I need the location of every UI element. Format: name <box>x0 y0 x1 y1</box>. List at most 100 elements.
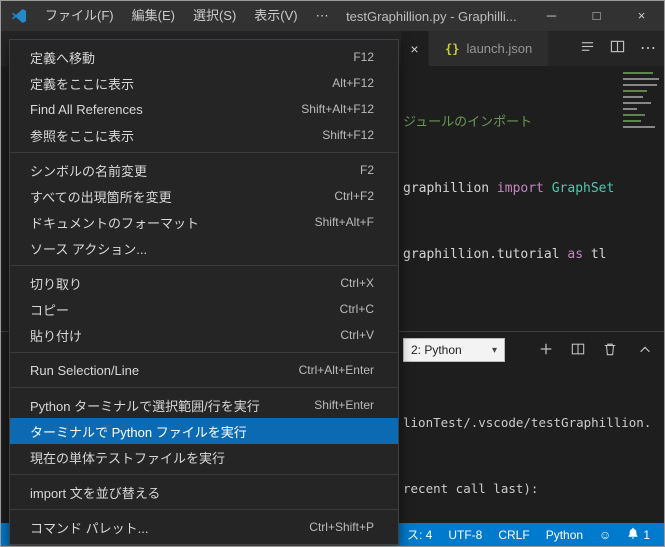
menu-item-label: Python ターミナルで選択範囲/行を実行 <box>30 398 260 414</box>
menu-item-label: 参照をここに表示 <box>30 128 135 144</box>
menu-item-goto-definition[interactable]: 定義へ移動 F12 <box>10 44 398 70</box>
minimize-button[interactable]: ─ <box>529 1 574 31</box>
window-controls: ─ □ × <box>529 1 664 31</box>
menu-item-source-action[interactable]: ソース アクション... <box>10 235 398 261</box>
json-file-icon: {} <box>445 41 460 56</box>
menu-item-paste[interactable]: 貼り付け Ctrl+V <box>10 322 398 348</box>
menu-separator <box>10 152 398 153</box>
maximize-panel-chevron-icon[interactable] <box>638 343 652 362</box>
menu-file[interactable]: ファイル(F) <box>36 1 123 31</box>
indent-indicator[interactable]: ス: 4 <box>399 526 440 543</box>
menu-separator <box>10 387 398 388</box>
menu-overflow[interactable]: ⋯ <box>307 1 338 31</box>
menu-item-label: Run Selection/Line <box>30 362 140 378</box>
open-editors-icon[interactable] <box>580 39 595 59</box>
menu-item-find-all-references[interactable]: Find All References Shift+Alt+F12 <box>10 96 398 122</box>
menu-item-label: ドキュメントのフォーマット <box>30 215 200 231</box>
vscode-window: ファイル(F) 編集(E) 選択(S) 表示(V) ⋯ testGraphill… <box>0 0 665 547</box>
language-indicator[interactable]: Python <box>538 528 591 542</box>
menu-separator <box>10 509 398 510</box>
title-bar: ファイル(F) 編集(E) 選択(S) 表示(V) ⋯ testGraphill… <box>1 1 664 31</box>
menu-item-sort-imports[interactable]: import 文を並び替える <box>10 479 398 505</box>
split-editor-icon[interactable] <box>610 39 625 59</box>
encoding-indicator[interactable]: UTF-8 <box>440 528 490 542</box>
menu-item-shortcut: Ctrl+V <box>340 328 374 342</box>
menu-item-label: コマンド パレット... <box>30 520 149 536</box>
terminal-selector-value: 2: Python <box>411 343 462 357</box>
code-segment: GraphSet <box>543 181 615 196</box>
maximize-button[interactable]: □ <box>574 1 619 31</box>
notifications-bell[interactable]: 1 <box>619 527 658 542</box>
menu-item-shortcut: Ctrl+Alt+Enter <box>298 363 374 377</box>
menu-item-cut[interactable]: 切り取り Ctrl+X <box>10 270 398 296</box>
terminal-line: recent call last): <box>403 481 539 496</box>
menu-item-label: すべての出現箇所を変更 <box>30 189 172 205</box>
menu-separator <box>10 352 398 353</box>
terminal-output[interactable]: lionTest/.vscode/testGraphillion. recent… <box>403 368 659 546</box>
tab-label: launch.json <box>466 41 533 56</box>
menu-item-shortcut: Shift+Alt+F12 <box>301 102 374 116</box>
menu-item-label: ターミナルで Python ファイルを実行 <box>30 424 247 440</box>
menu-item-label: 切り取り <box>30 276 83 292</box>
menu-item-rename-symbol[interactable]: シンボルの名前変更 F2 <box>10 157 398 183</box>
close-button[interactable]: × <box>619 1 664 31</box>
tab-launch-json[interactable]: {} launch.json <box>428 31 549 66</box>
menu-item-shortcut: Shift+Alt+F <box>314 215 374 229</box>
menu-item-peek-definition[interactable]: 定義をここに表示 Alt+F12 <box>10 70 398 96</box>
menu-item-command-palette[interactable]: コマンド パレット... Ctrl+Shift+P <box>10 514 398 540</box>
bell-icon <box>627 527 639 542</box>
menu-selection[interactable]: 選択(S) <box>184 1 245 31</box>
code-line: ジュールのインポート <box>403 112 614 134</box>
new-terminal-icon[interactable] <box>539 342 553 361</box>
menu-item-shortcut: Alt+F12 <box>332 76 374 90</box>
kill-terminal-trash-icon[interactable] <box>603 342 617 361</box>
menu-edit[interactable]: 編集(E) <box>123 1 184 31</box>
menu-item-shortcut: Shift+F12 <box>322 128 374 142</box>
code-segment: as <box>567 247 584 262</box>
code-line: graphillion import GraphSet <box>403 178 614 200</box>
menu-item-label: 貼り付け <box>30 328 83 344</box>
menu-item-label: 定義へ移動 <box>30 50 96 66</box>
menu-item-run-python-file-in-terminal[interactable]: ターミナルで Python ファイルを実行 <box>10 418 398 444</box>
menu-item-change-all-occurrences[interactable]: すべての出現箇所を変更 Ctrl+F2 <box>10 183 398 209</box>
menu-item-label: コピー <box>30 302 70 318</box>
menu-item-label: 現在の単体テストファイルを実行 <box>30 450 226 466</box>
window-title: testGraphillion.py - Graphilli... <box>346 8 517 24</box>
menu-item-shortcut: F2 <box>359 163 374 177</box>
split-terminal-icon[interactable] <box>571 342 585 361</box>
menu-item-copy[interactable]: コピー Ctrl+C <box>10 296 398 322</box>
menu-item-format-document[interactable]: ドキュメントのフォーマット Shift+Alt+F <box>10 209 398 235</box>
code-segment: graphillion.tutorial <box>403 247 568 262</box>
menu-item-shortcut: Ctrl+Shift+P <box>309 520 374 534</box>
active-tab-close-icon[interactable]: × <box>401 31 428 66</box>
menu-item-label: Find All References <box>30 101 143 117</box>
menu-item-label: ソース アクション... <box>30 241 148 257</box>
menu-item-run-selection-in-python-terminal[interactable]: Python ターミナルで選択範囲/行を実行 Shift+Enter <box>10 392 398 418</box>
vscode-logo-icon <box>10 7 28 25</box>
eol-indicator[interactable]: CRLF <box>490 528 537 542</box>
minimap[interactable] <box>620 68 662 218</box>
terminal-selector[interactable]: 2: Python ▾ <box>403 338 505 362</box>
menu-item-shortcut: F12 <box>353 50 374 64</box>
terminal-actions <box>539 342 617 361</box>
menu-item-shortcut: Ctrl+F2 <box>334 189 374 203</box>
menu-item-run-selection-line[interactable]: Run Selection/Line Ctrl+Alt+Enter <box>10 357 398 383</box>
code-line: graphillion.tutorial as tl <box>403 244 614 266</box>
more-actions-icon[interactable]: ⋯ <box>640 31 656 66</box>
menu-item-shortcut: Ctrl+C <box>339 302 374 316</box>
editor-actions: ⋯ <box>580 31 656 66</box>
feedback-smiley-icon[interactable]: ☺ <box>591 528 619 542</box>
notification-count: 1 <box>643 527 650 542</box>
menu-item-label: 定義をここに表示 <box>30 76 135 92</box>
chevron-down-icon: ▾ <box>491 344 497 356</box>
menu-bar: ファイル(F) 編集(E) 選択(S) 表示(V) ⋯ <box>36 1 338 31</box>
menu-item-shortcut: Shift+Enter <box>314 398 374 412</box>
code-segment: graphillion <box>403 181 497 196</box>
menu-item-label: シンボルの名前変更 <box>30 163 148 179</box>
terminal-line: lionTest/.vscode/testGraphillion. <box>403 415 652 430</box>
menu-item-label: import 文を並び替える <box>30 485 161 501</box>
menu-item-run-current-unit-test-file[interactable]: 現在の単体テストファイルを実行 <box>10 444 398 470</box>
menu-item-peek-references[interactable]: 参照をここに表示 Shift+F12 <box>10 122 398 148</box>
menu-view[interactable]: 表示(V) <box>245 1 306 31</box>
